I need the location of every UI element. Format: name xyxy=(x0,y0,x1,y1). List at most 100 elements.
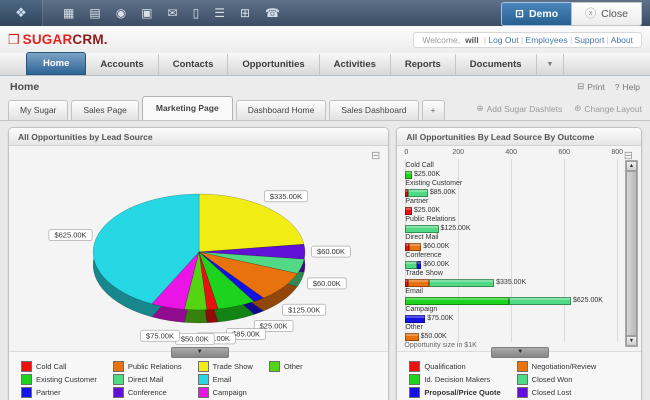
x-axis-tick: 600 xyxy=(558,149,571,156)
pie-label-other: $50.00K xyxy=(175,333,215,345)
nav-more-icon[interactable]: ▼ xyxy=(537,54,565,75)
bar-value-label: $25.00K xyxy=(414,171,441,178)
gridline xyxy=(511,159,513,342)
bar-segment-negotiation-review[interactable] xyxy=(408,242,422,251)
scroll-thumb[interactable] xyxy=(626,171,637,336)
phone-icon[interactable]: ☎ xyxy=(265,0,280,26)
module-nav-tabs: Home Accounts Contacts Opportunities Activit… xyxy=(0,52,650,76)
close-button[interactable]: ⓧ Close xyxy=(572,2,642,26)
change-layout-button[interactable]: ⊛ Change Layout xyxy=(574,103,642,114)
bar-category-label: Partner xyxy=(405,198,429,205)
bar-segment-id-decision-makers[interactable] xyxy=(405,170,413,179)
bar-segment-closed-won[interactable] xyxy=(405,224,439,233)
print-link[interactable]: ⊟ Print xyxy=(577,81,605,92)
gridline xyxy=(564,159,566,342)
legend-swatch xyxy=(409,387,421,398)
add-dashlets-button[interactable]: ⊕ Add Sugar Dashlets xyxy=(476,103,562,114)
legend-swatch xyxy=(197,387,209,398)
bar-segment-negotiation-review[interactable] xyxy=(408,278,430,287)
svg-text:$125.00K: $125.00K xyxy=(288,305,320,314)
bar-row-email: Email $625.00K xyxy=(405,288,603,305)
session-tabs: ⊡ Demo ⓧ Close xyxy=(501,2,642,26)
scroll-up-icon[interactable]: ▲ xyxy=(626,161,637,171)
legend-item-negotiation-review: Negotiation/Review xyxy=(516,360,597,373)
collapse-handle[interactable]: ▼ xyxy=(170,347,229,358)
legend-item-partner: Partner xyxy=(21,386,97,399)
svg-text:$335.00K: $335.00K xyxy=(270,192,302,201)
bar-segment-qualification[interactable] xyxy=(405,206,413,215)
nav-tab-opportunities[interactable]: Opportunities xyxy=(228,54,320,75)
welcome-link-support[interactable]: Support xyxy=(572,35,607,45)
legend-label: Negotiation/Review xyxy=(531,362,597,371)
x-axis-tick: 0 xyxy=(404,149,409,156)
nav-tab-home[interactable]: Home xyxy=(26,52,87,75)
legend-label: Other xyxy=(283,362,303,371)
legend-label: Trade Show xyxy=(212,362,253,371)
sugarcrm-logo[interactable]: ❒ SUGARCRM. xyxy=(8,32,108,48)
checklist-icon[interactable]: ☰ xyxy=(214,0,225,26)
welcome-link-log-out[interactable]: Log Out xyxy=(486,35,521,45)
bar-segment-id-decision-makers[interactable] xyxy=(405,296,509,305)
bar-segment-closed-won[interactable] xyxy=(429,278,495,287)
chart-footnote: Opportunity size in $1K xyxy=(404,342,477,349)
bar-segment-proposal-price-quote[interactable] xyxy=(405,314,426,323)
bar-segment-proposal-price-quote[interactable] xyxy=(417,260,422,269)
briefcase-icon[interactable]: ▣ xyxy=(141,0,152,26)
legend-item-qualification: Qualification xyxy=(409,360,500,373)
chart-scrollbar[interactable]: ▲ ▼ xyxy=(625,160,638,347)
legend-item-other: Other xyxy=(268,360,303,373)
scroll-down-icon[interactable]: ▼ xyxy=(626,336,637,346)
nav-tab-contacts[interactable]: Contacts xyxy=(159,54,229,75)
bar-category-label: Email xyxy=(405,288,423,295)
x-axis-tick: 400 xyxy=(505,149,518,156)
calendar-icon[interactable]: ⊞ xyxy=(240,0,250,26)
nav-tab-reports[interactable]: Reports xyxy=(391,54,456,75)
legend-label: Conference xyxy=(127,388,167,397)
envelope-icon[interactable]: ✉ xyxy=(168,0,178,26)
welcome-link-employees[interactable]: Employees xyxy=(523,35,570,45)
dashboard-tab-marketing-page[interactable]: Marketing Page xyxy=(141,96,233,120)
print-chart-icon[interactable]: ⊟ xyxy=(371,149,380,162)
pie-label-direct-mail: $60.00K xyxy=(307,277,347,290)
nav-tab-documents[interactable]: Documents xyxy=(456,54,537,75)
bar-segment-closed-won[interactable] xyxy=(508,296,571,305)
dashboard-tab-sales-page[interactable]: Sales Page xyxy=(71,100,139,120)
bar-segment-closed-won[interactable] xyxy=(405,260,418,269)
building-icon[interactable]: ▦ xyxy=(63,0,74,26)
nav-tab-accounts[interactable]: Accounts xyxy=(86,54,159,75)
legend-swatch xyxy=(21,387,32,398)
pie-slice-trade-show[interactable] xyxy=(198,193,305,253)
bar-segment-negotiation-review[interactable] xyxy=(405,332,419,341)
legend-swatch xyxy=(516,361,528,372)
welcome-link-about[interactable]: About xyxy=(609,35,633,45)
coins-icon[interactable]: ◉ xyxy=(116,0,126,26)
dashlet-title-bar[interactable]: All Opportunities by Lead Source xyxy=(9,128,389,146)
collapse-handle[interactable]: ▼ xyxy=(491,347,550,358)
bar-value-label: $335.00K xyxy=(496,279,527,286)
add-tab-button[interactable]: + xyxy=(421,100,445,120)
bar-value-label: $125.00K xyxy=(440,225,471,232)
bar-row-campaign: Campaign $75.00K xyxy=(405,306,453,323)
bar-category-label: Other xyxy=(405,324,423,331)
svg-text:$75.00K: $75.00K xyxy=(146,331,174,340)
breadcrumb-row: Home ⊟ Print ? Help xyxy=(0,76,650,97)
legend-label: Cold Call xyxy=(36,362,67,371)
svg-text:$625.00K: $625.00K xyxy=(54,231,86,240)
help-link[interactable]: ? Help xyxy=(615,82,640,92)
dashboard-tab-dashboard-home[interactable]: Dashboard Home xyxy=(235,100,327,120)
cube-icon[interactable]: ❖ xyxy=(0,0,43,26)
notebook-icon[interactable]: ▯ xyxy=(193,0,200,26)
dashlet-lead-source-pie: All Opportunities by Lead Source ⊟ $335.… xyxy=(8,127,390,400)
welcome-box: Welcome, will | Log Out | Employees | Su… xyxy=(413,31,642,48)
legend-item-trade-show: Trade Show xyxy=(197,360,253,373)
dashboard-tab-my-sugar[interactable]: My Sugar xyxy=(8,100,69,120)
contact-card-icon[interactable]: ▤ xyxy=(89,0,100,26)
close-label: Close xyxy=(601,8,628,20)
legend-label: Closed Lost xyxy=(531,388,572,397)
bar-segment-closed-won[interactable] xyxy=(407,188,428,197)
demo-button[interactable]: ⊡ Demo xyxy=(501,2,573,26)
dashlet-title-bar[interactable]: All Opportunities By Lead Source By Outc… xyxy=(397,128,641,146)
nav-tab-activities[interactable]: Activities xyxy=(320,54,391,75)
legend-label: Campaign xyxy=(212,388,247,397)
dashboard-tab-sales-dashboard[interactable]: Sales Dashboard xyxy=(329,100,419,120)
